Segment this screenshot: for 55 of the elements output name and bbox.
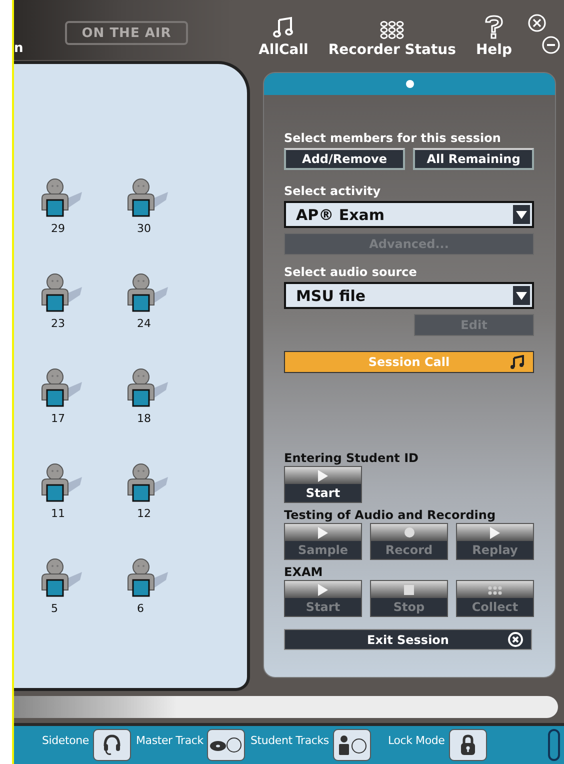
play-icon <box>317 584 329 596</box>
seat-number: 29 <box>51 222 65 236</box>
toolbar-button[interactable]: AllCall <box>258 16 308 58</box>
control-button[interactable]: Start <box>284 466 362 504</box>
exit-session-button[interactable]: Exit Session <box>284 629 532 650</box>
seat-number: 11 <box>51 507 65 520</box>
disc-and-circle-icon <box>209 736 244 753</box>
toolbar-button[interactable]: Help <box>476 14 512 58</box>
close-icon <box>508 632 523 648</box>
footer-label: Lock Mode <box>388 734 445 748</box>
play-icon <box>317 526 329 539</box>
play-icon <box>317 470 329 482</box>
person-and-circle-icon <box>336 734 367 755</box>
seat-number: 6 <box>137 602 144 616</box>
seat-number: 23 <box>51 317 65 330</box>
dots-icon <box>488 584 502 595</box>
seat-number: 24 <box>137 317 151 330</box>
footer-toggle-button[interactable] <box>207 728 246 761</box>
members-button[interactable]: All Remaining <box>413 148 534 170</box>
help-icon <box>482 14 505 40</box>
grid-dots-icon <box>379 20 406 40</box>
footer-label: Sidetone <box>42 734 89 748</box>
members-button[interactable]: Add/Remove <box>284 148 405 170</box>
pill-control[interactable] <box>548 728 560 761</box>
audio-source-dropdown[interactable]: MSU file <box>284 282 534 310</box>
seat-number: 17 <box>51 412 65 426</box>
music-note-icon <box>271 16 296 40</box>
record-icon <box>404 527 414 538</box>
group-title: Entering Student ID <box>284 451 420 466</box>
group-title: Testing of Audio and Recording <box>284 508 497 522</box>
footer-label: Master Track <box>136 734 204 748</box>
group-title: EXAM <box>284 565 324 580</box>
minimize-icon[interactable] <box>542 36 560 54</box>
play-icon <box>489 526 501 539</box>
on-air-indicator: ON THE AIR <box>65 21 188 45</box>
title-fragment: n <box>14 41 24 56</box>
music-note-icon <box>509 355 525 370</box>
seat-number: 5 <box>51 602 58 616</box>
seat-number: 18 <box>137 412 151 426</box>
activity-dropdown[interactable]: AP® Exam <box>284 201 534 228</box>
lock-icon <box>460 734 476 756</box>
section-label: Select audio source <box>284 265 418 280</box>
footer-toggle-button[interactable] <box>92 728 131 761</box>
section-label: Select activity <box>284 184 382 198</box>
seat-number: 12 <box>137 507 151 520</box>
headset-icon <box>102 734 121 756</box>
section-label: Select members for this session <box>284 131 502 146</box>
toolbar-button[interactable]: Recorder Status <box>328 20 456 58</box>
dot-icon <box>406 80 414 88</box>
footer-toggle-button[interactable] <box>332 728 371 761</box>
footer-label: Student Tracks <box>250 734 329 748</box>
close-icon[interactable] <box>528 14 546 32</box>
footer-toggle-button[interactable] <box>448 728 487 761</box>
seat-number: 30 <box>137 222 151 236</box>
stop-icon <box>404 584 414 595</box>
